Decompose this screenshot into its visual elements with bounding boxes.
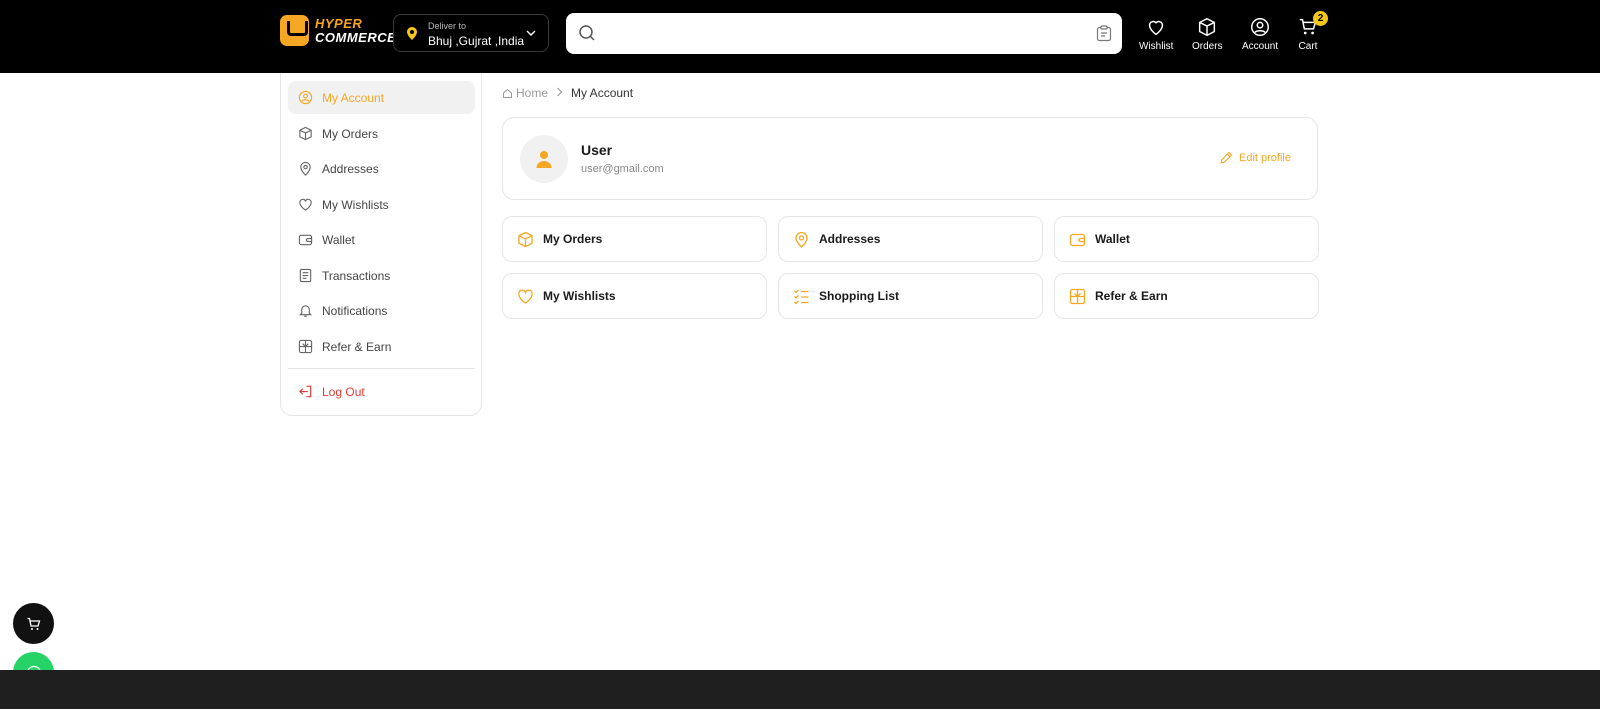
card-label: Refer & Earn (1095, 289, 1168, 303)
breadcrumb-home[interactable]: Home (502, 86, 548, 100)
sidebar-item-label: Wallet (322, 232, 355, 247)
deliver-label: Deliver to (428, 21, 467, 31)
search-input[interactable] (602, 13, 1072, 54)
card-label: Addresses (819, 232, 881, 246)
deliver-location: Bhuj ,Gujrat ,India (428, 34, 525, 48)
logout-icon (299, 385, 312, 398)
sidebar-item-label: My Account (322, 90, 385, 105)
edit-profile-label: Edit profile (1239, 152, 1291, 164)
card-addresses[interactable]: Addresses (778, 216, 1043, 262)
sidebar-item-notifications[interactable]: Notifications (288, 294, 475, 327)
header-account-label: Account (1242, 41, 1279, 52)
chevron-down-icon (526, 30, 536, 36)
gift-icon (298, 339, 313, 354)
brand-logo[interactable]: HYPER COMMERCE (280, 15, 396, 46)
profile-email: user@gmail.com (581, 163, 664, 175)
profile-name: User (581, 142, 613, 158)
box-icon (518, 231, 533, 247)
card-shopping-list[interactable]: Shopping List (778, 273, 1043, 319)
user-circle-icon (298, 90, 313, 105)
header-cart[interactable]: Cart 2 (1297, 11, 1328, 52)
sidebar-item-label: My Wishlists (322, 197, 389, 212)
location-pin-icon (407, 27, 417, 40)
home-icon (503, 88, 512, 98)
header-orders[interactable]: Orders (1192, 16, 1223, 52)
heart-icon (299, 198, 312, 211)
breadcrumb-home-label: Home (516, 86, 549, 100)
sidebar-divider (288, 368, 475, 369)
sidebar-item-logout[interactable]: Log Out (288, 375, 475, 408)
search-icon[interactable] (578, 24, 596, 42)
bell-icon (298, 305, 313, 317)
shopping-list-icon[interactable] (1096, 25, 1112, 42)
card-wallet[interactable]: Wallet (1054, 216, 1319, 262)
page-footer (0, 670, 1600, 709)
card-label: Wallet (1095, 232, 1130, 246)
location-pin-icon (300, 161, 311, 176)
breadcrumb-current: My Account (571, 86, 634, 100)
cart-icon (27, 617, 40, 630)
card-label: My Wishlists (543, 289, 616, 303)
sidebar-item-label: Refer & Earn (322, 339, 392, 354)
receipt-icon (299, 268, 312, 283)
card-my-orders[interactable]: My Orders (502, 216, 767, 262)
sidebar-item-wallet[interactable]: Wallet (288, 223, 475, 256)
wallet-icon (1069, 233, 1086, 246)
header-account[interactable]: Account (1242, 16, 1278, 52)
sidebar-item-transactions[interactable]: Transactions (288, 259, 475, 292)
sidebar-item-my-wishlists[interactable]: My Wishlists (288, 188, 475, 221)
logo-line-1: HYPER (315, 15, 363, 31)
header-wishlist-label: Wishlist (1139, 41, 1174, 52)
logo-mark-icon (280, 15, 309, 46)
top-header: HYPER COMMERCE Deliver to Bhuj ,Gujrat ,… (0, 0, 1600, 73)
heart-icon (1149, 20, 1164, 36)
sidebar-item-label: Transactions (322, 268, 391, 283)
user-icon (536, 151, 552, 168)
box-icon (1199, 17, 1216, 37)
search-bar (566, 13, 1122, 54)
sidebar-item-label: Notifications (322, 303, 388, 318)
breadcrumb: Home My Account (502, 86, 633, 100)
deliver-location-selector[interactable]: Deliver to Bhuj ,Gujrat ,India (393, 14, 549, 52)
sidebar-item-label: My Orders (322, 126, 379, 141)
heart-icon (518, 288, 533, 304)
card-refer-earn[interactable]: Refer & Earn (1054, 273, 1319, 319)
card-label: Shopping List (819, 289, 899, 303)
account-sidebar: My Account My Orders Addresses My Wishli… (280, 73, 482, 416)
sidebar-item-label: Addresses (322, 161, 379, 176)
gift-icon (1069, 288, 1086, 304)
breadcrumb-separator-icon (556, 86, 563, 100)
edit-profile-button[interactable]: Edit profile (1219, 151, 1291, 165)
sidebar-item-my-orders[interactable]: My Orders (288, 117, 475, 150)
card-label: My Orders (543, 232, 603, 246)
floating-cart-button[interactable] (13, 603, 54, 644)
header-wishlist[interactable]: Wishlist (1139, 16, 1173, 52)
checklist-icon (794, 289, 809, 304)
cart-count-badge: 2 (1313, 11, 1328, 26)
pencil-icon (1220, 151, 1233, 164)
sidebar-item-label: Log Out (322, 384, 365, 399)
card-my-wishlists[interactable]: My Wishlists (502, 273, 767, 319)
location-pin-icon (795, 231, 808, 248)
header-orders-label: Orders (1192, 41, 1223, 52)
sidebar-item-my-account[interactable]: My Account (288, 81, 475, 114)
profile-card: User user@gmail.com Edit profile (502, 117, 1318, 200)
user-circle-icon (1251, 18, 1270, 36)
sidebar-item-addresses[interactable]: Addresses (288, 152, 475, 185)
logo-line-2: COMMERCE (315, 29, 397, 45)
header-cart-label: Cart (1298, 41, 1318, 52)
box-icon (299, 126, 312, 141)
sidebar-item-refer-earn[interactable]: Refer & Earn (288, 330, 475, 363)
wallet-icon (298, 234, 313, 246)
avatar (520, 135, 568, 183)
